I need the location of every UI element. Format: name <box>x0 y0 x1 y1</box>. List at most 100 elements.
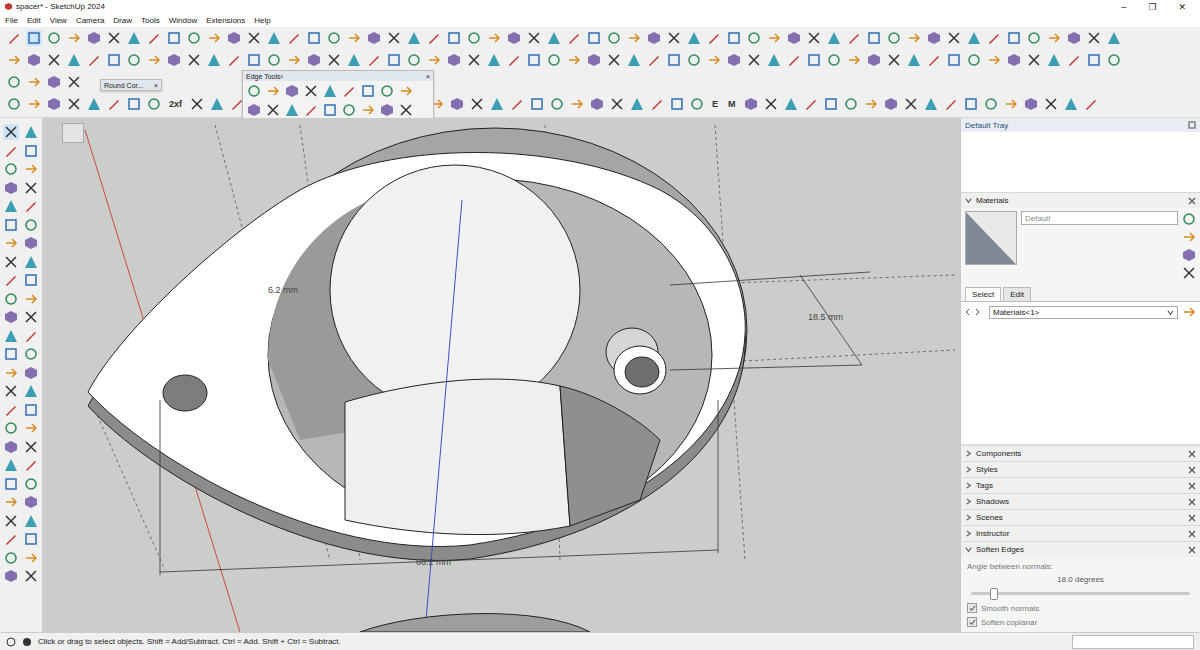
toolbar-button[interactable] <box>846 30 862 46</box>
close-icon[interactable] <box>1188 514 1196 522</box>
toolbar-button[interactable] <box>284 102 300 118</box>
toolbar-button[interactable] <box>823 96 839 112</box>
toolbar-button[interactable] <box>706 52 722 68</box>
toolbar-button[interactable] <box>23 568 39 584</box>
close-icon[interactable] <box>1188 482 1196 490</box>
toolbar-button[interactable] <box>946 30 962 46</box>
toolbar-button[interactable] <box>526 30 542 46</box>
toolbar-button[interactable] <box>1066 30 1082 46</box>
toolbar-button[interactable] <box>1026 30 1042 46</box>
menu-item[interactable]: Draw <box>113 16 132 25</box>
toolbar-button[interactable] <box>3 291 19 307</box>
menu-item[interactable]: Window <box>169 16 197 25</box>
panel-header[interactable]: Materials <box>961 192 1200 208</box>
toolbar-button[interactable] <box>246 52 262 68</box>
toolbar-button[interactable] <box>23 161 39 177</box>
toolbar-button[interactable] <box>529 96 545 112</box>
measurements-box[interactable] <box>1072 635 1194 649</box>
toolbar-button[interactable] <box>966 52 982 68</box>
toolbar-button[interactable] <box>23 198 39 214</box>
toolbar-button[interactable] <box>360 102 376 118</box>
dimension-label[interactable]: 6.2 mm <box>268 285 298 295</box>
material-name-field[interactable]: Default <box>1021 211 1178 225</box>
toolbar-button[interactable] <box>1106 52 1122 68</box>
toolbar-button[interactable] <box>46 30 62 46</box>
toolbar-button[interactable] <box>126 52 142 68</box>
model-canvas[interactable]: 6.2 mm 18.5 mm 66.2 mm <box>42 118 960 632</box>
toolbar-button[interactable] <box>546 52 562 68</box>
toolbar-button[interactable] <box>286 30 302 46</box>
chevron-icon[interactable] <box>965 450 972 457</box>
toolbar-button[interactable] <box>3 383 19 399</box>
toolbar-button[interactable] <box>106 96 122 112</box>
menu-item[interactable]: Extensions <box>206 16 245 25</box>
toolbar-button[interactable] <box>86 30 102 46</box>
toolbar-button[interactable] <box>366 52 382 68</box>
toolbar-button[interactable] <box>549 96 565 112</box>
toolbar-button[interactable] <box>46 52 62 68</box>
toolbar-button[interactable] <box>322 102 338 118</box>
toolbar-button[interactable] <box>669 96 685 112</box>
toolbar-button[interactable] <box>246 83 262 99</box>
toolbar-button[interactable] <box>726 30 742 46</box>
close-icon[interactable] <box>1188 530 1196 538</box>
toolbar-button[interactable] <box>646 30 662 46</box>
toolbar-button[interactable] <box>23 143 39 159</box>
toolbar-button[interactable] <box>126 96 142 112</box>
toolbar-button[interactable] <box>586 52 602 68</box>
toolbar-button[interactable] <box>209 96 225 112</box>
toolbar-button[interactable] <box>266 52 282 68</box>
dimension-label[interactable]: 18.5 mm <box>808 312 843 322</box>
toolbar-button[interactable] <box>23 476 39 492</box>
checkbox-row[interactable]: Smooth normals <box>967 603 1194 613</box>
toolbar-button[interactable] <box>786 52 802 68</box>
chevron-icon[interactable] <box>965 482 972 489</box>
toolbar-button[interactable] <box>246 102 262 118</box>
menu-item[interactable]: Tools <box>141 16 160 25</box>
toolbar-button[interactable] <box>766 30 782 46</box>
dimension-label[interactable]: 66.2 mm <box>416 557 451 567</box>
toolbar-button[interactable] <box>706 30 722 46</box>
toolbar-button[interactable] <box>446 52 462 68</box>
panel-header[interactable]: Tags <box>961 477 1200 493</box>
toolbar-button[interactable] <box>6 30 22 46</box>
toolbar-button[interactable] <box>3 439 19 455</box>
toolbar-button[interactable] <box>146 30 162 46</box>
toolbar-button[interactable] <box>1106 30 1122 46</box>
toolbar-button[interactable] <box>346 30 362 46</box>
toolbar-button[interactable] <box>1086 30 1102 46</box>
toolbar-button[interactable] <box>23 291 39 307</box>
toolbar-button[interactable] <box>566 30 582 46</box>
toolbar-button[interactable] <box>366 30 382 46</box>
toolbar-button[interactable] <box>126 30 142 46</box>
toolbar-button[interactable] <box>866 30 882 46</box>
panel-header[interactable]: Styles <box>961 461 1200 477</box>
toolbar-button[interactable] <box>743 96 759 112</box>
toolbar-button[interactable] <box>86 96 102 112</box>
toolbar-button[interactable] <box>3 531 19 547</box>
checkbox[interactable] <box>967 617 977 627</box>
toolbar-button[interactable] <box>649 96 665 112</box>
toolbar-button[interactable] <box>803 96 819 112</box>
toolbar-button[interactable] <box>506 30 522 46</box>
toolbar-button[interactable] <box>3 476 19 492</box>
chevron-icon[interactable] <box>965 498 972 505</box>
toolbar-button[interactable] <box>26 30 42 46</box>
toolbar-button[interactable] <box>426 52 442 68</box>
toolbar-button[interactable] <box>386 52 402 68</box>
close-icon[interactable] <box>1188 466 1196 474</box>
toolbar-button[interactable] <box>3 420 19 436</box>
toolbar-button[interactable] <box>246 30 262 46</box>
toolbar-button[interactable] <box>609 96 625 112</box>
toolbar-button[interactable] <box>546 30 562 46</box>
toolbar-button[interactable] <box>23 439 39 455</box>
toolbar-close[interactable]: × <box>426 73 430 80</box>
pin-icon[interactable] <box>1188 121 1196 129</box>
toolbar-button[interactable] <box>746 30 762 46</box>
toolbar-button[interactable] <box>326 52 342 68</box>
toolbar-button[interactable] <box>23 420 39 436</box>
toolbar-button[interactable] <box>966 30 982 46</box>
toolbar-button[interactable] <box>66 52 82 68</box>
chevron-icon[interactable] <box>965 530 972 537</box>
toolbar-button[interactable] <box>23 494 39 510</box>
